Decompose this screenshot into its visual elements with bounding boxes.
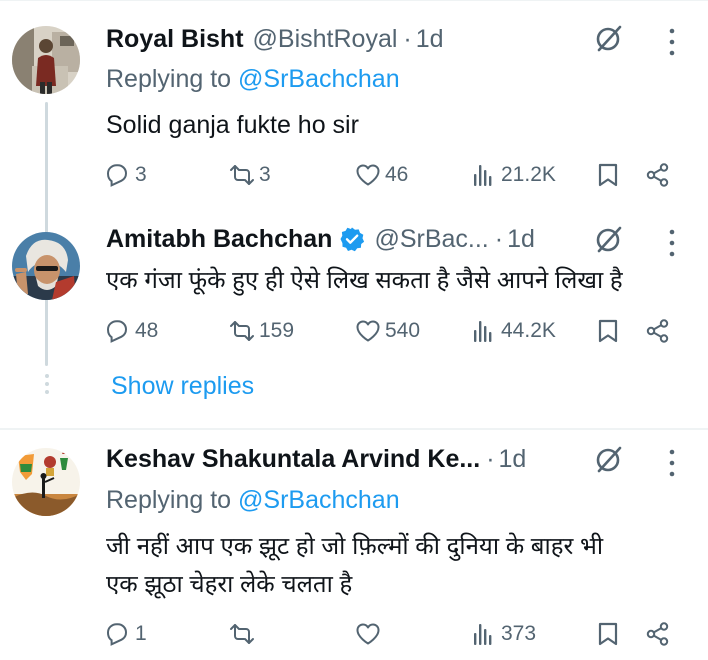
more-icon[interactable] [660,24,684,60]
view-count: 44.2K [501,319,556,342]
views-button[interactable]: 21.2K [470,155,556,195]
tweet-text-line: एक झूठा चेहरा लेके चलता है [106,571,353,598]
repost-button[interactable]: 3 [228,155,271,195]
like-icon [356,623,380,645]
tweet-header: Royal Bisht @BishtRoyal · 1d [106,22,444,56]
bookmark-button[interactable] [594,311,622,351]
avatar[interactable] [12,232,80,300]
reply-count: 48 [135,319,159,342]
reply-icon [107,623,127,646]
tweet-text-line: जी नहीं आप एक झूट हो जो फ़िल्मों की दुनि… [106,533,604,560]
author-handle[interactable]: @SrBac... [374,225,488,254]
top-divider [0,0,708,1]
reply-icon [107,164,127,187]
show-replies-link[interactable]: Show replies [111,372,254,401]
reply-button[interactable]: 3 [104,155,147,195]
view-count: 373 [501,622,537,645]
like-count: 540 [385,319,421,342]
reply-icon [107,320,127,343]
views-icon [474,165,492,186]
grok-icon[interactable] [592,223,626,257]
reply-button[interactable]: 48 [104,311,158,351]
timestamp[interactable]: 1d [507,225,535,254]
tweet-text: जी नहीं आप एक झूट हो जो फ़िल्मों की दुनि… [106,528,603,604]
tweet-actions: 48 159 540 44.2K [104,311,684,351]
tweet-actions: 3 3 46 21.2K [104,155,684,195]
timestamp[interactable]: 1d [499,445,527,474]
reply-count: 3 [135,163,147,186]
repost-icon [230,321,254,341]
separator: · [494,224,504,253]
repost-count: 159 [259,319,295,342]
author-handle[interactable]: @BishtRoyal [253,25,398,54]
tweet-header: Amitabh Bachchan @SrBac... · 1d [106,222,535,256]
tweet-header: Keshav Shakuntala Arvind Ke... · 1d [106,442,526,476]
mention-link[interactable]: @SrBachchan [238,65,400,93]
bookmark-button[interactable] [594,614,622,654]
repost-button[interactable] [228,614,259,654]
views-icon [474,321,492,342]
grok-icon[interactable] [592,443,626,477]
avatar[interactable] [12,26,80,94]
like-button[interactable]: 46 [354,155,408,195]
bookmark-icon [598,163,618,187]
views-icon [474,624,492,645]
separator: · [486,444,495,473]
repost-icon [230,165,254,185]
view-count: 21.2K [501,163,556,186]
share-icon [646,319,669,343]
views-button[interactable]: 44.2K [470,311,556,351]
like-button[interactable] [354,614,385,654]
repost-button[interactable]: 159 [228,311,294,351]
repost-icon [230,624,254,644]
share-button[interactable] [644,155,672,195]
bookmark-icon [598,319,618,343]
bookmark-icon [598,622,618,646]
tweet-text: एक गंजा फूंके हुए ही ऐसे लिख सकता है जैस… [106,267,623,294]
views-button[interactable]: 373 [470,614,536,654]
thread-dots [45,374,49,398]
reply-button[interactable]: 1 [104,614,147,654]
tweet-text: Solid ganja fukte ho sir [106,111,359,139]
avatar[interactable] [12,448,80,516]
author-name[interactable]: Keshav Shakuntala Arvind Ke... [106,445,480,474]
timestamp[interactable]: 1d [416,25,444,54]
replying-to-label: Replying to [106,486,239,514]
section-divider [0,428,708,430]
like-icon [356,320,380,342]
tweet-actions: 1 373 [104,614,684,654]
replying-to: Replying to @SrBachchan [106,65,400,94]
share-button[interactable] [644,311,672,351]
bookmark-button[interactable] [594,155,622,195]
more-icon[interactable] [660,225,684,261]
author-name[interactable]: Amitabh Bachchan [106,225,332,254]
grok-icon[interactable] [592,22,626,56]
repost-count: 3 [259,163,271,186]
share-button[interactable] [644,614,672,654]
replying-to: Replying to @SrBachchan [106,486,400,515]
replying-to-label: Replying to [106,65,239,93]
like-count: 46 [385,163,409,186]
author-name[interactable]: Royal Bisht [106,25,244,54]
share-icon [646,163,669,187]
mention-link[interactable]: @SrBachchan [238,486,400,514]
like-icon [356,164,380,186]
separator: · [403,24,412,53]
like-button[interactable]: 540 [354,311,420,351]
share-icon [646,622,669,646]
verified-badge-icon [340,227,365,252]
more-icon[interactable] [660,445,684,481]
reply-count: 1 [135,622,147,645]
